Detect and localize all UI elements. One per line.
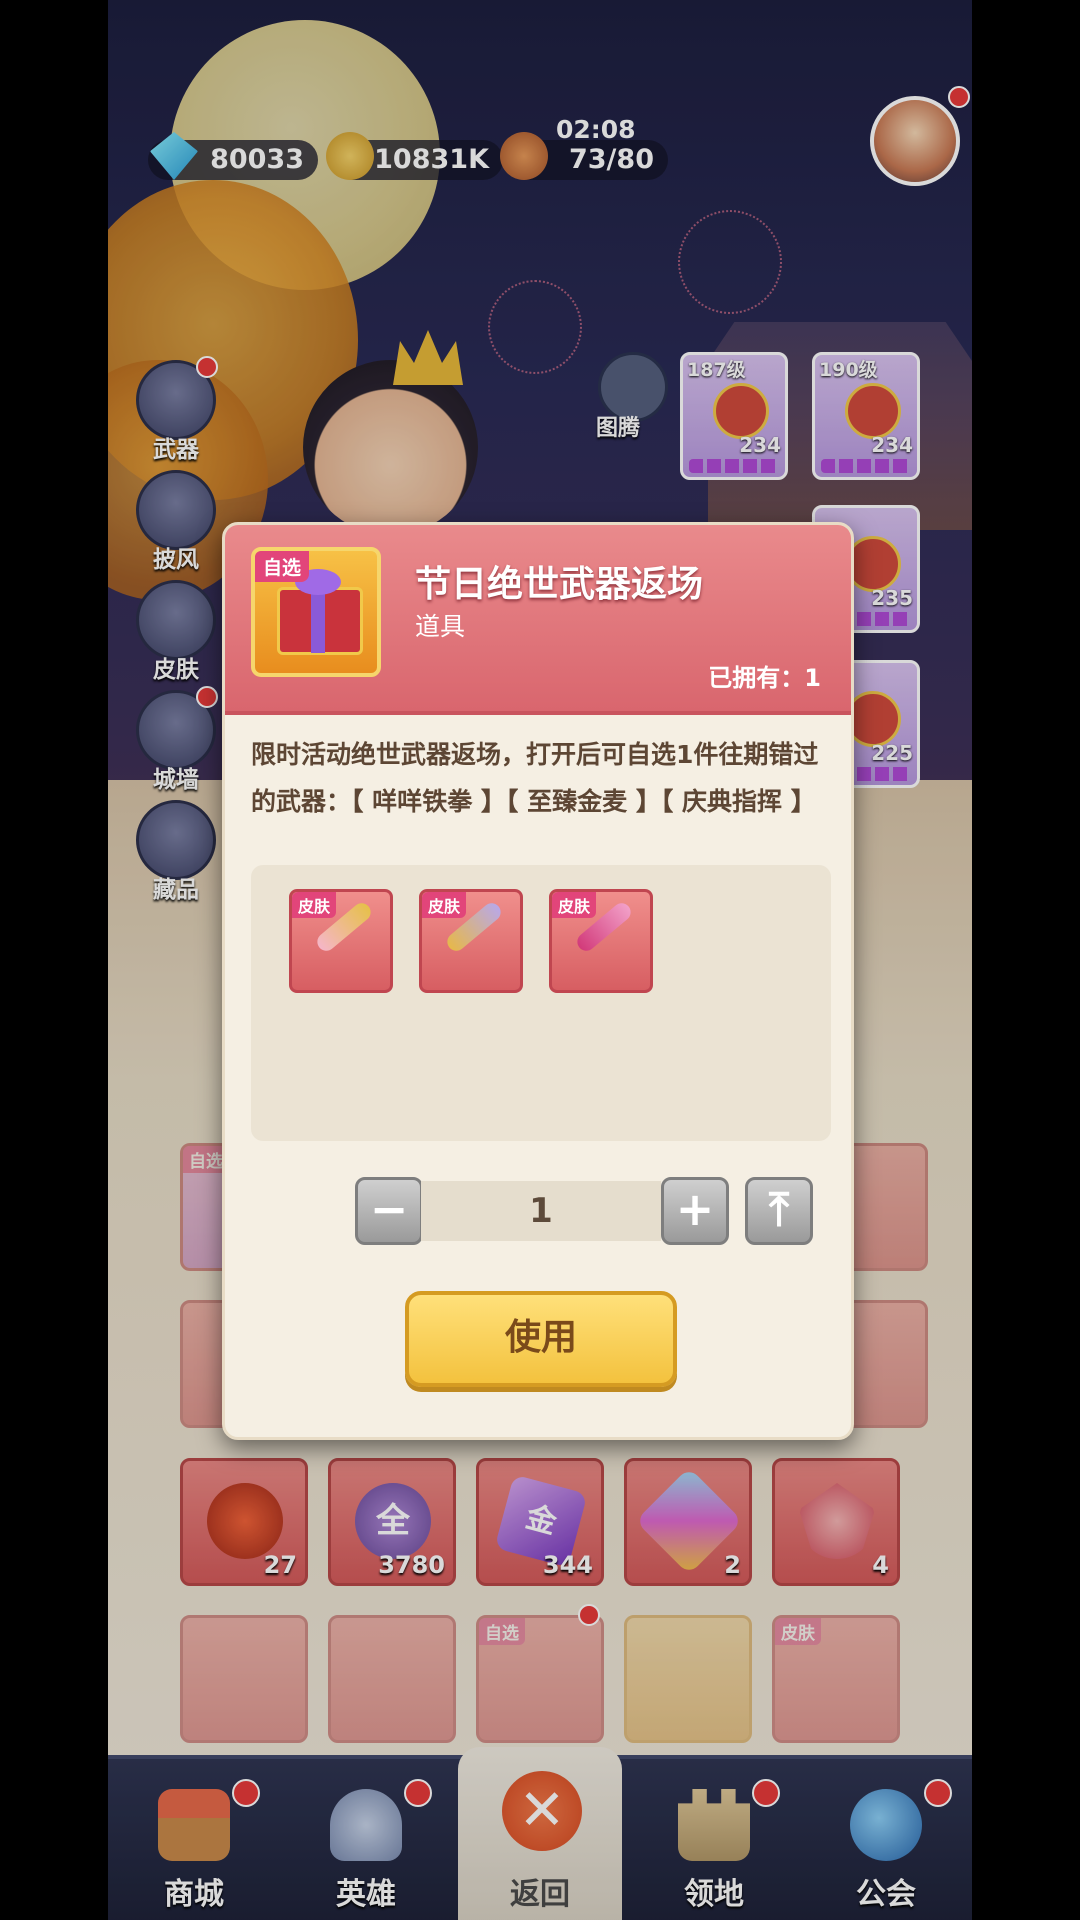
item-type: 道具 xyxy=(415,612,466,641)
owned-count: 已拥有：1 xyxy=(708,664,821,692)
reward-panel: 皮肤 皮肤 皮肤 xyxy=(251,865,831,1141)
quantity-max-button[interactable]: ⤒ xyxy=(745,1177,813,1245)
reward-item[interactable]: 皮肤 xyxy=(289,889,393,993)
auto-select-tag: 自选 xyxy=(255,551,310,582)
skin-tag: 皮肤 xyxy=(552,892,597,918)
quantity-decrease-button[interactable]: − xyxy=(355,1177,423,1245)
gift-box-icon: 自选 xyxy=(251,547,381,677)
use-button[interactable]: 使用 xyxy=(405,1291,677,1387)
item-title: 节日绝世武器返场 xyxy=(415,564,704,605)
quantity-increase-button[interactable]: + xyxy=(661,1177,729,1245)
modal-header: 自选 节日绝世武器返场 道具 已拥有：1 xyxy=(225,525,851,715)
reward-item[interactable]: 皮肤 xyxy=(419,889,523,993)
skin-tag: 皮肤 xyxy=(292,892,337,918)
item-description: 限时活动绝世武器返场，打开后可自选1件往期错过的武器：【 咩咩铁拳 】【 至臻金… xyxy=(251,740,819,816)
reward-item[interactable]: 皮肤 xyxy=(549,889,653,993)
item-detail-modal: 自选 节日绝世武器返场 道具 已拥有：1 限时活动绝世武器返场，打开后可自选1件… xyxy=(222,522,854,1440)
skin-tag: 皮肤 xyxy=(422,892,467,918)
quantity-input[interactable]: 1 xyxy=(421,1181,661,1241)
game-screen: 80033 10831K 73/80 02:08 武器 披风 皮肤 城墙 藏品 … xyxy=(108,0,972,1920)
